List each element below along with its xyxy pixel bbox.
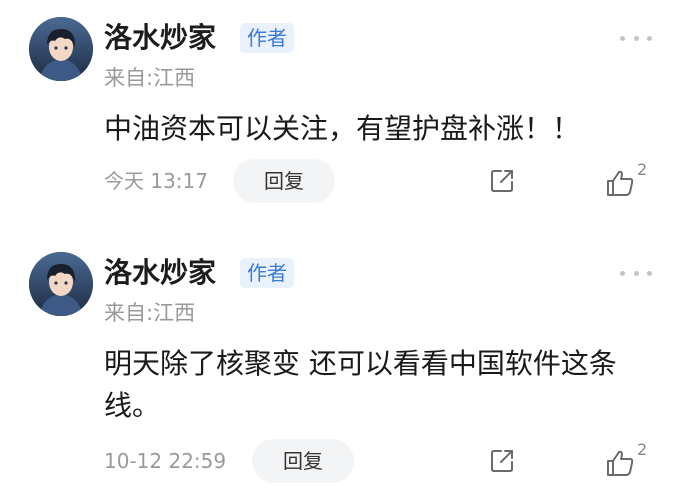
more-horizontal-icon[interactable] [620, 265, 652, 281]
like-count: 2 [637, 440, 648, 459]
comment-actions: 今天 13:17 回复 2 [0, 157, 678, 205]
username[interactable]: 洛水炒家 [104, 18, 216, 58]
location-label: 来自:江西 [104, 301, 196, 325]
share-icon[interactable] [488, 167, 516, 195]
avatar[interactable] [29, 252, 93, 316]
reply-button[interactable]: 回复 [233, 159, 335, 203]
location-label: 来自:江西 [104, 66, 196, 90]
comment-actions: 10-12 22:59 回复 2 [0, 437, 678, 485]
more-horizontal-icon[interactable] [620, 30, 652, 46]
thumbs-up-icon [607, 450, 634, 476]
like-count: 2 [637, 160, 648, 179]
reply-button[interactable]: 回复 [252, 439, 354, 483]
author-badge: 作者 [240, 23, 294, 53]
timestamp: 10-12 22:59 [104, 449, 227, 473]
timestamp: 今天 13:17 [104, 169, 208, 193]
comment-item: 洛水炒家 作者 来自:江西 明天除了核聚变 还可以看看中国软件这条线。 10-1… [0, 235, 678, 500]
share-icon[interactable] [488, 447, 516, 475]
thumbs-up-icon [607, 170, 634, 196]
like-button[interactable]: 2 [604, 161, 654, 201]
author-badge: 作者 [240, 258, 294, 288]
comment-item: 洛水炒家 作者 来自:江西 中油资本可以关注，有望护盘补涨！！ 今天 13:17… [0, 0, 678, 230]
comment-text: 明天除了核聚变 还可以看看中国软件这条线。 [104, 347, 617, 422]
username[interactable]: 洛水炒家 [104, 253, 216, 293]
avatar[interactable] [29, 17, 93, 81]
like-button[interactable]: 2 [604, 441, 654, 481]
comment-text: 中油资本可以关注，有望护盘补涨！！ [104, 112, 581, 145]
